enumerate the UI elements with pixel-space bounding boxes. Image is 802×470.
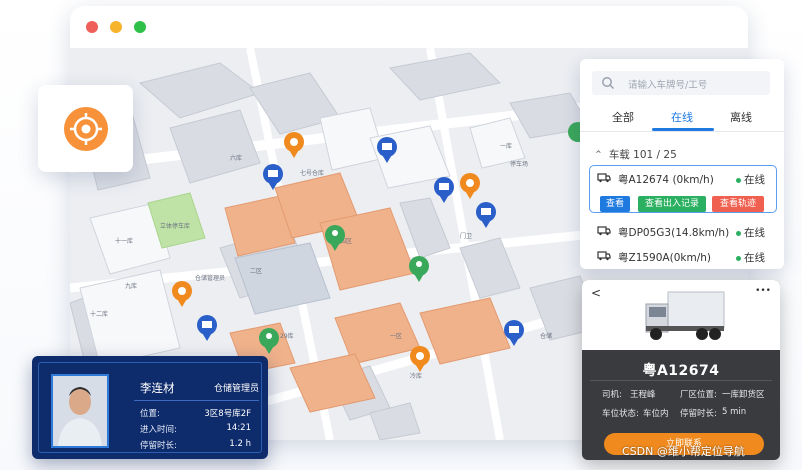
- chevron-up-icon: ⌃: [594, 149, 603, 161]
- stay-value: 5 min: [722, 407, 747, 417]
- view-button[interactable]: 查看: [600, 196, 630, 212]
- person-card-frame: 李连材 仓储管理员 位置: 3区8号库2F 进入时间: 14:21 停留时长: …: [38, 362, 262, 453]
- locate-card[interactable]: [38, 85, 133, 172]
- truck-image: [645, 291, 725, 340]
- state-label: 车位状态:: [602, 409, 639, 419]
- vehicle-plate: 粤DP05G3: [618, 227, 672, 239]
- truck-icon: [597, 226, 611, 236]
- state-value: 车位内: [643, 409, 669, 419]
- location-value: 3区8号库2F: [204, 409, 251, 419]
- vehicle-speed: (0km/h): [672, 174, 714, 186]
- svg-text:二区: 二区: [250, 268, 262, 275]
- svg-text:九库: 九库: [125, 282, 137, 290]
- stay-duration-label: 停留时长:: [140, 441, 177, 451]
- svg-text:仓储管理员: 仓储管理员: [195, 274, 225, 282]
- vehicle-speed: (0km/h): [669, 252, 711, 264]
- search-input[interactable]: 请输入车牌号/工号: [592, 71, 770, 95]
- minimize-dot[interactable]: [110, 21, 122, 33]
- vehicle-status-label: 在线: [744, 252, 765, 264]
- locate-icon[interactable]: [64, 107, 108, 151]
- stage: 六库 十一库 九库 一库 立体停车库 七号仓库 二区 四区 29库 一区 仓储管理员 停车场…: [0, 0, 802, 470]
- truck-icon: [597, 251, 611, 261]
- entry-time-value: 14:21: [226, 423, 252, 433]
- vehicle-list-panel: 请输入车牌号/工号 全部 在线 离线 ⌃ 车载 101 / 25 粤A12674 …: [580, 59, 784, 269]
- back-icon[interactable]: <: [591, 286, 601, 300]
- maximize-dot[interactable]: [134, 21, 146, 33]
- svg-text:六库: 六库: [230, 154, 242, 162]
- view-track-button[interactable]: 查看轨迹: [712, 196, 764, 212]
- person-role: 仓储管理员: [214, 384, 260, 394]
- person-photo: [51, 374, 109, 448]
- svg-text:仓储: 仓储: [540, 332, 552, 340]
- svg-text:29库: 29库: [280, 332, 294, 340]
- stay-duration-value: 1.2 h: [229, 439, 251, 449]
- vehicle-status-label: 在线: [744, 174, 765, 186]
- tab-offline[interactable]: 离线: [730, 109, 752, 125]
- zone-value: 一库卸货区: [722, 390, 765, 400]
- zone-label: 厂区位置:: [680, 390, 717, 400]
- vehicle-speed: (14.8km/h): [671, 227, 730, 239]
- vehicle-plate: 粤Z1590A: [618, 252, 670, 264]
- person-name: 李连材: [140, 381, 175, 395]
- tab-all[interactable]: 全部: [612, 109, 634, 125]
- online-dot: [736, 255, 741, 261]
- detail-plate: 粤A12674: [642, 363, 720, 379]
- vehicle-plate: 粤A12674: [618, 174, 670, 186]
- driver-label: 司机:: [602, 390, 622, 400]
- location-label: 位置:: [140, 409, 160, 419]
- close-dot[interactable]: [86, 21, 98, 33]
- watermark: CSDN @维小帮定位导航: [622, 445, 745, 458]
- vehicle-photo-area: < •••: [582, 280, 780, 350]
- online-dot: [736, 230, 741, 236]
- stay-label: 停留时长:: [680, 409, 717, 419]
- person-card: 李连材 仓储管理员 位置: 3区8号库2F 进入时间: 14:21 停留时长: …: [32, 356, 268, 459]
- svg-text:冷库: 冷库: [410, 372, 422, 380]
- vehicle-row-1[interactable]: 粤A12674 (0km/h): [618, 172, 714, 187]
- svg-text:十一库: 十一库: [115, 237, 133, 245]
- vehicle-row-3[interactable]: 粤Z1590A(0km/h): [618, 250, 711, 265]
- group-header[interactable]: ⌃ 车载 101 / 25: [594, 147, 677, 162]
- svg-text:一库: 一库: [500, 142, 512, 150]
- person-divider: [134, 400, 259, 401]
- svg-text:立体停车库: 立体停车库: [160, 222, 190, 230]
- vehicle-status: 在线: [736, 225, 765, 240]
- vehicle-status: 在线: [736, 250, 765, 265]
- svg-text:十二库: 十二库: [90, 310, 108, 318]
- svg-text:门卫: 门卫: [460, 232, 472, 240]
- svg-text:停车场: 停车场: [510, 160, 528, 168]
- vehicle-row-2[interactable]: 粤DP05G3(14.8km/h): [618, 225, 729, 240]
- vehicle-detail-card: < ••• 粤A12674 司机: 王程峰 厂区位置: 一库卸货区 车位状态: …: [582, 280, 780, 460]
- vehicle-status: 在线: [736, 172, 765, 187]
- detail-divider: [590, 380, 772, 381]
- svg-text:七号仓库: 七号仓库: [300, 169, 324, 177]
- tab-divider: [580, 131, 784, 132]
- truck-icon: [597, 173, 611, 183]
- svg-text:一区: 一区: [390, 333, 402, 340]
- window-titlebar: [70, 6, 748, 48]
- search-placeholder: 请输入车牌号/工号: [628, 80, 708, 91]
- driver-value: 王程峰: [630, 390, 656, 400]
- group-label: 车载 101 / 25: [608, 149, 677, 161]
- online-dot: [736, 177, 741, 183]
- more-icon[interactable]: •••: [755, 286, 771, 296]
- tab-online[interactable]: 在线: [671, 109, 693, 125]
- entry-time-label: 进入时间:: [140, 425, 177, 435]
- search-icon: [602, 77, 615, 90]
- vehicle-status-label: 在线: [744, 227, 765, 239]
- view-records-button[interactable]: 查看出入记录: [638, 196, 706, 212]
